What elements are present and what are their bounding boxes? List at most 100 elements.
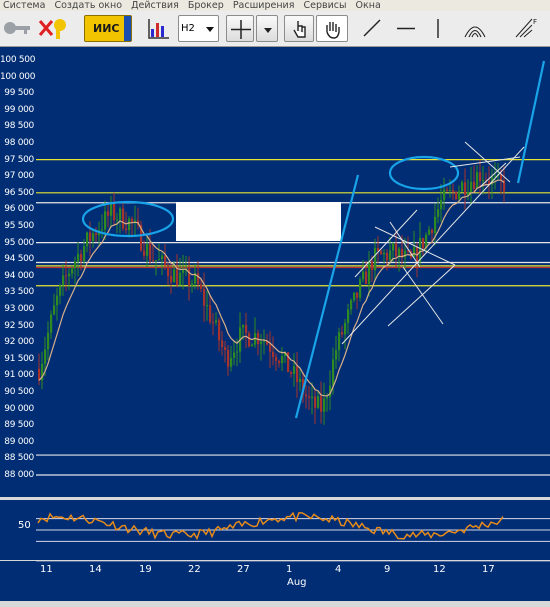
candle-body	[200, 284, 203, 289]
candle-body	[89, 232, 92, 242]
crosshair-icon[interactable]	[226, 15, 254, 42]
date-label: 4	[335, 564, 342, 575]
candle-body	[203, 288, 206, 306]
candle-body	[101, 229, 104, 231]
candle-body	[383, 252, 386, 255]
candle-body	[215, 320, 218, 323]
dropdown-arrow-icon[interactable]	[256, 15, 278, 42]
candle-body	[104, 211, 107, 230]
candle-body	[494, 175, 497, 177]
price-label: 95 500	[4, 221, 34, 231]
candle-body	[119, 208, 122, 220]
candle-body	[434, 216, 437, 234]
price-label: 97 500	[4, 154, 34, 165]
candle-body	[404, 250, 407, 258]
price-label: 96 500	[4, 187, 34, 198]
candle-body	[470, 181, 473, 193]
key-icon[interactable]	[2, 15, 34, 42]
candle-body	[371, 261, 374, 271]
candle-body	[311, 396, 314, 398]
price-label: 90 500	[4, 387, 34, 397]
candle-body	[458, 191, 461, 200]
candle-body	[224, 347, 227, 351]
price-label: 94 500	[4, 254, 34, 265]
oscillator-chart[interactable]	[0, 500, 550, 560]
date-label: 17	[482, 564, 495, 575]
candle-body	[242, 324, 245, 328]
candle-body	[86, 232, 89, 247]
date-label: 27	[237, 564, 250, 575]
price-label: 92 000	[4, 337, 34, 348]
candle-body	[317, 396, 320, 408]
arc-icon[interactable]	[460, 15, 490, 42]
price-label: 98 500	[4, 121, 34, 132]
candle-body	[326, 397, 329, 399]
candle-body	[167, 265, 170, 276]
date-label: 12	[433, 564, 446, 575]
vertical-line-icon[interactable]	[428, 15, 448, 42]
price-panel[interactable]: 100 500 100 000 99 500 99 000 98 500 98 000 97…	[0, 47, 550, 497]
candle-body	[209, 305, 212, 323]
menu-item-broker[interactable]: Брокер	[185, 0, 227, 11]
price-label: 97 000	[4, 171, 34, 182]
price-label: 94 000	[4, 270, 34, 281]
bar-chart-icon[interactable]	[146, 15, 172, 42]
timeframe-select[interactable]: H2	[178, 15, 219, 42]
candle-body	[332, 359, 335, 386]
toolbar: ИИС H2 F	[0, 11, 550, 47]
disconnect-icon[interactable]	[36, 15, 70, 42]
candle-body	[299, 378, 302, 382]
candle-body	[275, 356, 278, 361]
candle-body	[77, 254, 80, 262]
candle-body	[164, 255, 167, 266]
candle-body	[353, 292, 356, 301]
menu-item-extensions[interactable]: Расширения	[230, 0, 298, 11]
candle-body	[449, 190, 452, 192]
horizontal-line-icon[interactable]	[392, 15, 420, 42]
chart-area[interactable]: 100 500 100 000 99 500 99 000 98 500 98 000 97…	[0, 47, 550, 601]
instrument-selector[interactable]: ИИС	[84, 15, 132, 42]
fibonacci-icon[interactable]: F	[512, 15, 542, 42]
candle-body	[251, 344, 254, 347]
candle-body	[53, 305, 56, 315]
price-label: 88 500	[4, 453, 34, 464]
candle-body	[380, 251, 383, 255]
candle-body	[122, 208, 125, 229]
price-label: 91 000	[4, 370, 34, 381]
price-label: 93 500	[4, 287, 34, 298]
candle-body	[455, 191, 458, 200]
candle-body	[107, 211, 110, 216]
candle-body	[116, 219, 119, 221]
candle-body	[395, 243, 398, 257]
candle-body	[161, 255, 164, 260]
candle-body	[323, 398, 326, 412]
date-label: 9	[384, 564, 391, 575]
menu-item-windows[interactable]: Окна	[353, 0, 384, 11]
candle-body	[428, 229, 431, 235]
candle-body	[272, 351, 275, 357]
candle-body	[71, 268, 74, 274]
candle-body	[479, 172, 482, 182]
candle-body	[350, 300, 353, 310]
candle-body	[431, 229, 434, 234]
menu-item-services[interactable]: Сервисы	[300, 0, 349, 11]
timeframe-value: H2	[181, 23, 195, 34]
menu-item-new-window[interactable]: Создать окно	[51, 0, 125, 11]
candle-body	[56, 295, 59, 306]
price-chart[interactable]	[0, 47, 550, 497]
date-axis: 11 14 19 22 27 1 4 9 12 17 Aug	[0, 561, 550, 601]
menu-item-system[interactable]: Система	[0, 0, 48, 11]
candle-body	[314, 396, 317, 408]
candle-body	[197, 273, 200, 285]
candle-body	[92, 233, 95, 242]
price-label: 89 000	[4, 436, 34, 447]
trendline-icon[interactable]	[358, 15, 386, 42]
price-label: 89 500	[4, 420, 34, 431]
price-label: 99 000	[4, 104, 34, 115]
candle-body	[482, 180, 485, 182]
candle-body	[62, 275, 65, 286]
candle-body	[443, 189, 446, 201]
hand-pointer-icon[interactable]	[284, 15, 314, 42]
menu-item-actions[interactable]: Действия	[128, 0, 182, 11]
hand-drag-icon[interactable]	[316, 15, 348, 42]
